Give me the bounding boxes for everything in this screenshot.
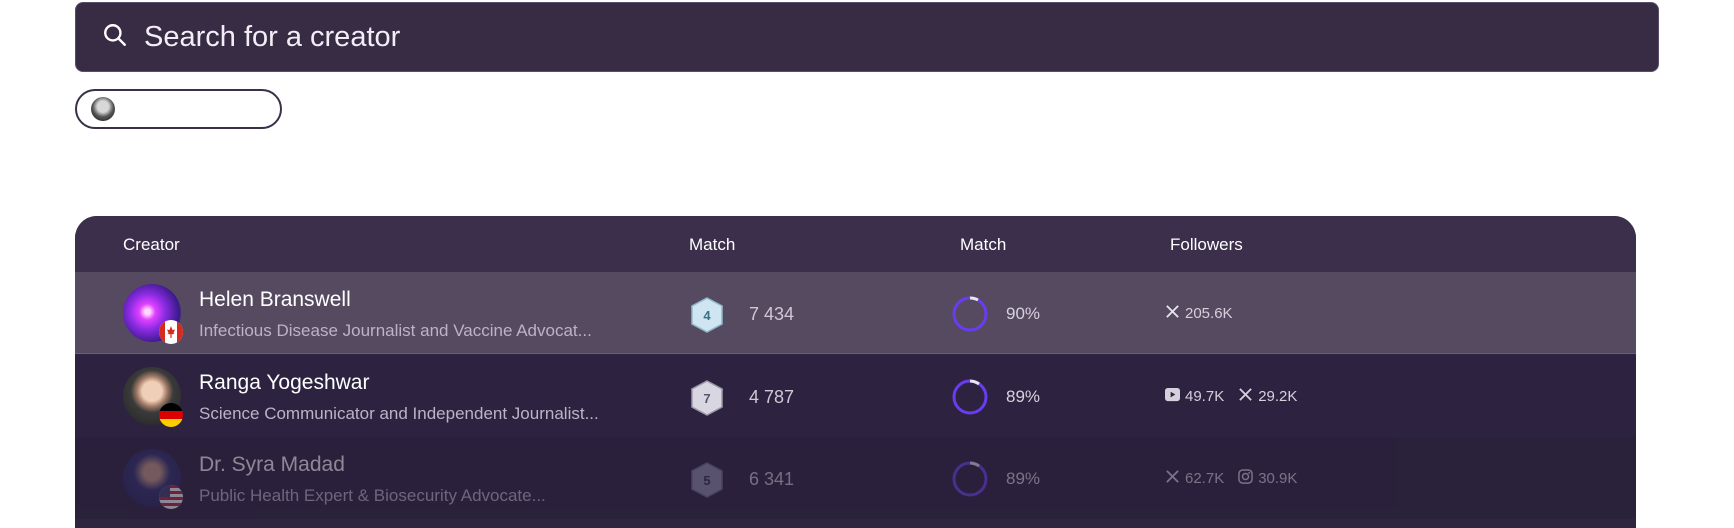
follower-count: 49.7K — [1185, 388, 1225, 405]
column-header-followers[interactable]: Followers — [1170, 235, 1243, 255]
level-badge-icon: 5 — [689, 461, 725, 499]
creator-bio: Infectious Disease Journalist and Vaccin… — [199, 321, 592, 340]
level-badge-icon: 4 — [689, 296, 725, 334]
search-input[interactable] — [144, 20, 1544, 54]
column-header-creator[interactable]: Creator — [123, 235, 180, 255]
creator-name[interactable]: Ranga Yogeshwar — [199, 371, 369, 395]
table-row[interactable]: Ranga Yogeshwar Science Communicator and… — [75, 355, 1636, 437]
follower-count: 30.9K — [1258, 470, 1298, 487]
table-row[interactable]: Helen Branswell Infectious Disease Journ… — [75, 272, 1636, 354]
table-header: Creator Match Match Followers — [75, 216, 1636, 272]
social-stat[interactable]: 62.7K — [1165, 469, 1224, 488]
match-ring-icon — [952, 296, 988, 332]
social-stat[interactable]: 30.9K — [1238, 469, 1297, 488]
creator-bio: Science Communicator and Independent Jou… — [199, 404, 599, 423]
followers: 62.7K 30.9K — [1165, 469, 1297, 488]
x-icon — [1165, 469, 1180, 488]
follower-count: 62.7K — [1185, 470, 1225, 487]
social-stat[interactable]: 29.2K — [1238, 387, 1297, 406]
match-ring-icon — [952, 461, 988, 497]
match-score: 6 341 — [749, 469, 795, 489]
followers: 205.6K — [1165, 304, 1233, 323]
table-row[interactable]: Dr. Syra Madad Public Health Expert & Bi… — [75, 437, 1636, 519]
match-score: 7 434 — [749, 304, 795, 324]
level-number: 7 — [703, 391, 710, 406]
filter-chip[interactable] — [75, 89, 282, 129]
follower-count: 29.2K — [1258, 388, 1298, 405]
avatar — [123, 284, 183, 344]
match-percent: 89% — [1006, 387, 1041, 406]
germany-flag-icon — [159, 403, 183, 427]
social-stat[interactable]: 49.7K — [1165, 387, 1224, 406]
social-stat[interactable]: 205.6K — [1165, 304, 1233, 323]
column-header-match-percent[interactable]: Match — [960, 235, 1006, 255]
followers: 49.7K 29.2K — [1165, 387, 1297, 406]
instagram-icon — [1238, 469, 1254, 488]
level-number: 4 — [703, 308, 711, 323]
match-percent: 90% — [1006, 304, 1041, 323]
chip-avatar — [91, 97, 115, 121]
avatar — [123, 449, 183, 509]
canada-flag-icon — [159, 320, 183, 344]
column-header-match-score[interactable]: Match — [689, 235, 735, 255]
match-ring-icon — [952, 379, 988, 415]
level-badge-icon: 7 — [689, 379, 725, 417]
youtube-icon — [1165, 387, 1180, 406]
match-percent: 89% — [1006, 469, 1041, 488]
creator-name[interactable]: Helen Branswell — [199, 288, 351, 312]
x-icon — [1165, 304, 1180, 323]
creator-bio: Public Health Expert & Biosecurity Advoc… — [199, 486, 546, 505]
creator-name[interactable]: Dr. Syra Madad — [199, 453, 345, 477]
usa-flag-icon — [159, 485, 183, 509]
avatar — [123, 367, 183, 427]
creators-table: Creator Match Match Followers Helen Bran… — [75, 216, 1636, 528]
follower-count: 205.6K — [1185, 305, 1233, 322]
level-number: 5 — [703, 473, 710, 488]
x-icon — [1238, 387, 1253, 406]
search-bar[interactable] — [75, 2, 1659, 72]
search-icon — [102, 22, 128, 53]
match-score: 4 787 — [749, 387, 795, 407]
